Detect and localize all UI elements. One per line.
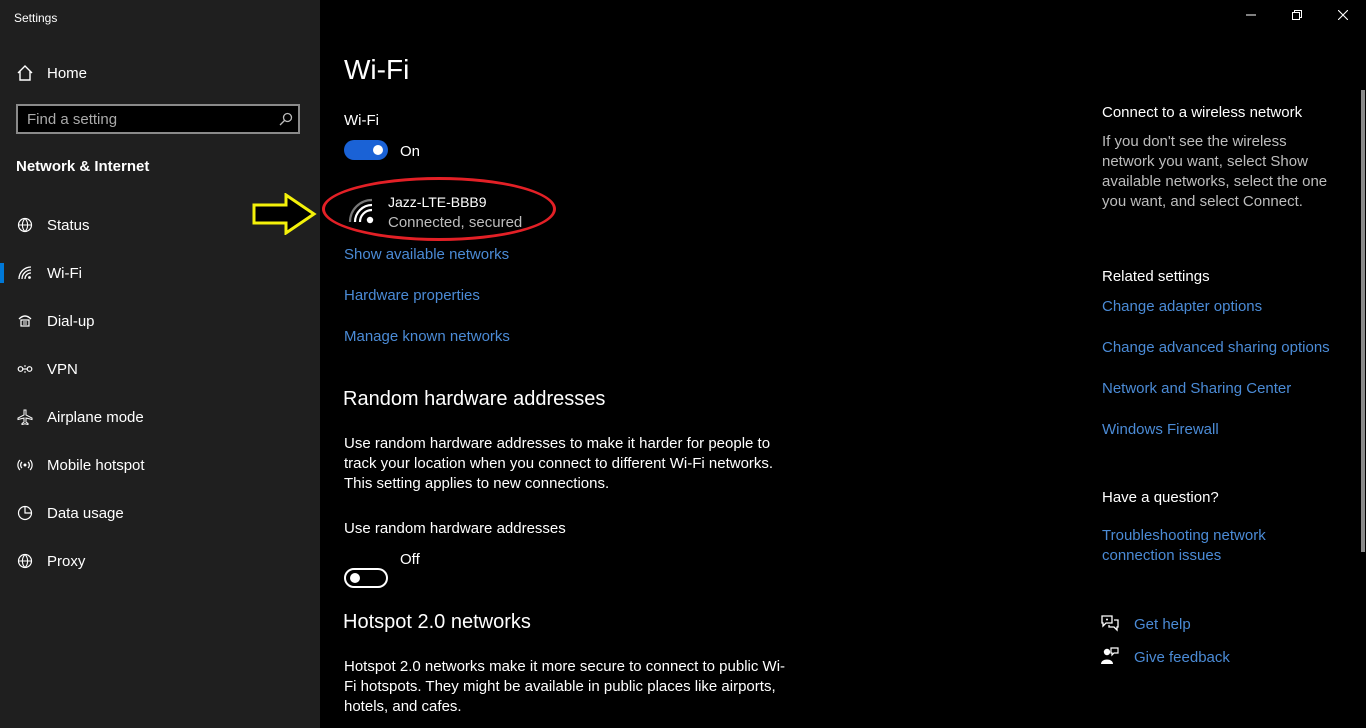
sidebar-item-label: Wi-Fi xyxy=(47,264,82,282)
home-label: Home xyxy=(47,64,88,82)
change-advanced-sharing-link[interactable]: Change advanced sharing options xyxy=(1102,339,1330,356)
question-heading: Have a question? xyxy=(1102,489,1219,506)
sidebar-item-wifi[interactable]: Wi-Fi xyxy=(0,253,320,293)
hardware-properties-link[interactable]: Hardware properties xyxy=(344,287,480,304)
show-available-networks-link[interactable]: Show available networks xyxy=(344,246,509,263)
random-hw-toggle-state: Off xyxy=(400,551,420,568)
sidebar-item-label: Data usage xyxy=(47,504,124,522)
link-line: connection issues xyxy=(1102,547,1222,564)
restore-icon xyxy=(1292,7,1302,25)
sidebar-item-proxy[interactable]: Proxy xyxy=(0,541,320,581)
related-settings-heading: Related settings xyxy=(1102,268,1210,285)
data-usage-icon xyxy=(16,504,34,522)
sidebar: Settings Home Network & Internet Status … xyxy=(0,0,320,728)
description-line: track your location when you connect to … xyxy=(344,455,774,472)
close-icon xyxy=(1337,7,1349,25)
connect-heading: Connect to a wireless network xyxy=(1102,104,1303,121)
highlight-ellipse xyxy=(322,177,556,241)
home-icon xyxy=(16,64,34,82)
description-line: Hotspot 2.0 networks make it more secure… xyxy=(344,658,786,675)
give-feedback-icon[interactable] xyxy=(1100,647,1120,670)
sidebar-item-label: Mobile hotspot xyxy=(47,456,145,474)
description-line: If you don't see the wireless xyxy=(1102,133,1287,150)
section-title: Network & Internet xyxy=(16,158,150,175)
sidebar-item-airplane-mode[interactable]: Airplane mode xyxy=(0,397,320,437)
link-line: Troubleshooting network xyxy=(1102,527,1266,544)
main-content: Wi-Fi Wi-Fi On Jazz-LTE-BBB9 Connected, … xyxy=(320,0,1366,728)
troubleshooting-link[interactable]: Troubleshooting network connection issue… xyxy=(1102,526,1266,566)
description-line: Use random hardware addresses to make it… xyxy=(344,435,771,452)
search-box[interactable] xyxy=(16,104,300,134)
description-line: hotels, and cafes. xyxy=(344,698,462,715)
wifi-toggle-label: Wi-Fi xyxy=(344,112,379,129)
airplane-icon xyxy=(16,408,34,426)
description-line: network you want, select Show xyxy=(1102,153,1308,170)
description-line: you want, and select Connect. xyxy=(1102,193,1303,210)
random-hw-heading: Random hardware addresses xyxy=(343,388,606,410)
minimize-button[interactable] xyxy=(1228,0,1274,32)
get-help-icon[interactable] xyxy=(1100,614,1120,637)
sidebar-item-dialup[interactable]: Dial-up xyxy=(0,301,320,341)
wifi-toggle[interactable] xyxy=(344,140,388,160)
random-hw-description: Use random hardware addresses to make it… xyxy=(344,434,824,494)
scrollbar[interactable] xyxy=(1361,90,1365,552)
sidebar-item-data-usage[interactable]: Data usage xyxy=(0,493,320,533)
sidebar-item-vpn[interactable]: VPN xyxy=(0,349,320,389)
close-button[interactable] xyxy=(1320,0,1366,32)
windows-firewall-link[interactable]: Windows Firewall xyxy=(1102,421,1219,438)
get-help-link[interactable]: Get help xyxy=(1134,616,1191,633)
random-hw-toggle[interactable] xyxy=(344,568,388,588)
search-input[interactable] xyxy=(18,109,274,129)
hotspot20-description: Hotspot 2.0 networks make it more secure… xyxy=(344,657,824,717)
search-icon[interactable] xyxy=(274,106,298,132)
toggle-knob xyxy=(350,573,360,583)
sidebar-item-label: Status xyxy=(47,216,90,234)
sidebar-item-label: VPN xyxy=(47,360,78,378)
connect-description: If you don't see the wireless network yo… xyxy=(1102,132,1352,212)
globe-status-icon xyxy=(16,216,34,234)
toggle-knob xyxy=(373,145,383,155)
network-sharing-center-link[interactable]: Network and Sharing Center xyxy=(1102,380,1291,397)
minimize-icon xyxy=(1246,7,1256,25)
description-line: available networks, select the one xyxy=(1102,173,1328,190)
app-title: Settings xyxy=(14,11,58,25)
hotspot-icon xyxy=(16,456,34,474)
yellow-arrow-icon xyxy=(252,192,318,240)
give-feedback-link[interactable]: Give feedback xyxy=(1134,649,1230,666)
globe-icon xyxy=(16,552,34,570)
hotspot20-heading: Hotspot 2.0 networks xyxy=(343,611,531,633)
description-line: This setting applies to new connections. xyxy=(344,475,610,492)
page-title: Wi-Fi xyxy=(344,54,410,85)
change-adapter-options-link[interactable]: Change adapter options xyxy=(1102,298,1262,315)
description-line: Fi hotspots. They might be available in … xyxy=(344,678,776,695)
dialup-icon xyxy=(16,312,34,330)
restore-button[interactable] xyxy=(1274,0,1320,32)
wifi-toggle-state: On xyxy=(400,143,421,160)
sidebar-item-label: Dial-up xyxy=(47,312,95,330)
sidebar-item-mobile-hotspot[interactable]: Mobile hotspot xyxy=(0,445,320,485)
vpn-icon xyxy=(16,360,34,378)
home-button[interactable]: Home xyxy=(16,62,87,84)
random-hw-toggle-label: Use random hardware addresses xyxy=(344,520,566,537)
manage-known-networks-link[interactable]: Manage known networks xyxy=(344,328,510,345)
sidebar-item-label: Airplane mode xyxy=(47,408,144,426)
sidebar-item-label: Proxy xyxy=(47,552,86,570)
wifi-icon xyxy=(16,264,34,282)
